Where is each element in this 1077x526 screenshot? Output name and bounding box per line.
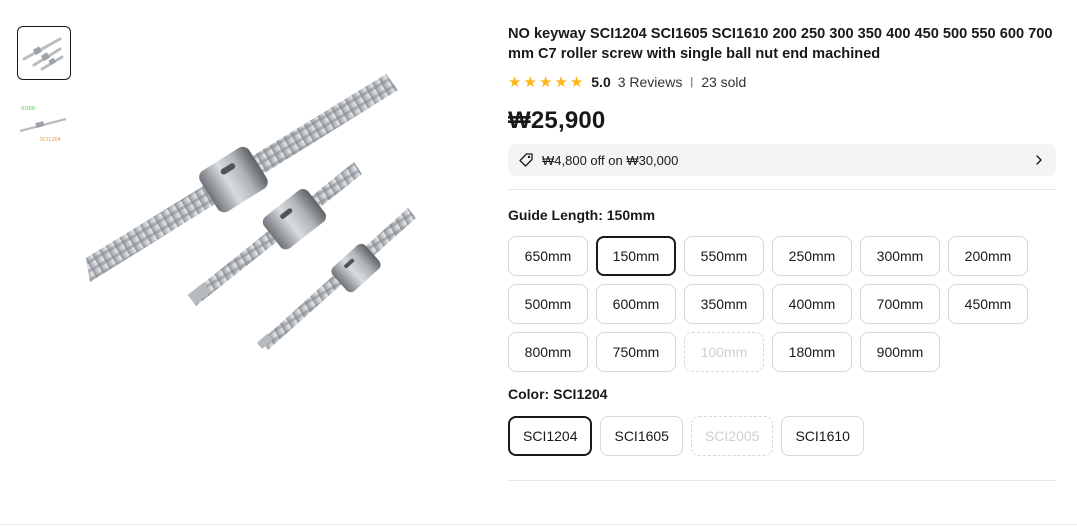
guide-length-option[interactable]: 250mm <box>772 236 852 276</box>
star-icon: ★ <box>538 73 553 91</box>
guide-length-option[interactable]: 200mm <box>948 236 1028 276</box>
guide-length-label-text: Guide Length: <box>508 207 607 223</box>
guide-length-option[interactable]: 500mm <box>508 284 588 324</box>
page-bottom-border <box>0 524 1077 525</box>
color-label: Color: SCI1204 <box>508 386 1056 402</box>
product-main-image <box>86 68 466 368</box>
star-icon: ★ <box>554 73 568 91</box>
guide-length-option[interactable]: 700mm <box>860 284 940 324</box>
guide-length-option-disabled: 100mm <box>684 332 764 372</box>
product-title: NO keyway SCI1204 SCI1605 SCI1610 200 25… <box>508 26 1053 62</box>
sold-count: 23 sold <box>701 74 747 90</box>
guide-length-option[interactable]: 800mm <box>508 332 588 372</box>
guide-length-option-selected[interactable]: 150mm <box>596 236 676 276</box>
color-selected-value: SCI1204 <box>553 386 608 402</box>
color-options: SCI1204 SCI1605 SCI2005 SCI1610 <box>508 416 1056 456</box>
chevron-right-icon <box>1036 155 1042 165</box>
color-option[interactable]: SCI1605 <box>600 416 683 456</box>
product-price: ₩25,900 <box>508 107 606 134</box>
guide-length-option[interactable]: 450mm <box>948 284 1028 324</box>
thumbnail-list: ROBB SCI1204 <box>17 26 73 166</box>
color-option-disabled: SCI2005 <box>690 416 774 456</box>
thumb-model-text: SCI1204 <box>40 137 61 143</box>
guide-length-option[interactable]: 550mm <box>684 236 764 276</box>
sci1204-thumbnail-image: ROBB SCI1204 <box>19 106 67 143</box>
star-icon: ★ <box>569 73 584 91</box>
guide-length-option[interactable]: 750mm <box>596 332 676 372</box>
divider <box>508 189 1056 190</box>
color-label-text: Color: <box>508 386 554 402</box>
separator: | <box>690 76 694 88</box>
guide-length-option[interactable]: 600mm <box>596 284 676 324</box>
guide-length-options: 650mm 150mm 550mm 250mm 300mm 200mm 500m… <box>508 236 1056 372</box>
guide-length-option[interactable]: 650mm <box>508 236 588 276</box>
thumbnail-2[interactable]: ROBB SCI1204 <box>17 96 71 150</box>
color-option-selected[interactable]: SCI1204 <box>508 416 593 456</box>
thumb-brand-text: ROBB <box>21 106 36 112</box>
guide-length-selected-value: 150mm <box>606 207 656 223</box>
divider <box>508 480 1056 481</box>
guide-length-option[interactable]: 350mm <box>684 284 764 324</box>
rating-stars: ★ ★ ★ ★ ★ <box>508 75 583 90</box>
coupon-bar[interactable]: ₩4,800 off on ₩30,000 <box>508 144 1056 176</box>
thumbnail-1[interactable] <box>17 26 71 80</box>
ball-screw-thumbnail-image <box>22 37 64 71</box>
guide-length-option[interactable]: 400mm <box>772 284 852 324</box>
rating-score: 5.0 <box>591 74 611 90</box>
product-info-panel: NO keyway SCI1204 SCI1605 SCI1610 200 25… <box>508 24 1056 456</box>
rating-row: ★ ★ ★ ★ ★ 5.0 3 Reviews | 23 sold <box>508 72 1056 92</box>
guide-length-label: Guide Length: 150mm <box>508 207 1056 223</box>
star-icon: ★ <box>508 73 522 91</box>
guide-length-option[interactable]: 300mm <box>860 236 940 276</box>
reviews-link[interactable]: 3 Reviews <box>618 74 683 90</box>
coupon-text: ₩4,800 off on ₩30,000 <box>542 152 679 168</box>
guide-length-option[interactable]: 180mm <box>772 332 852 372</box>
color-option[interactable]: SCI1610 <box>781 416 864 456</box>
star-icon: ★ <box>523 73 537 91</box>
guide-length-option[interactable]: 900mm <box>860 332 940 372</box>
tag-icon <box>519 153 533 167</box>
